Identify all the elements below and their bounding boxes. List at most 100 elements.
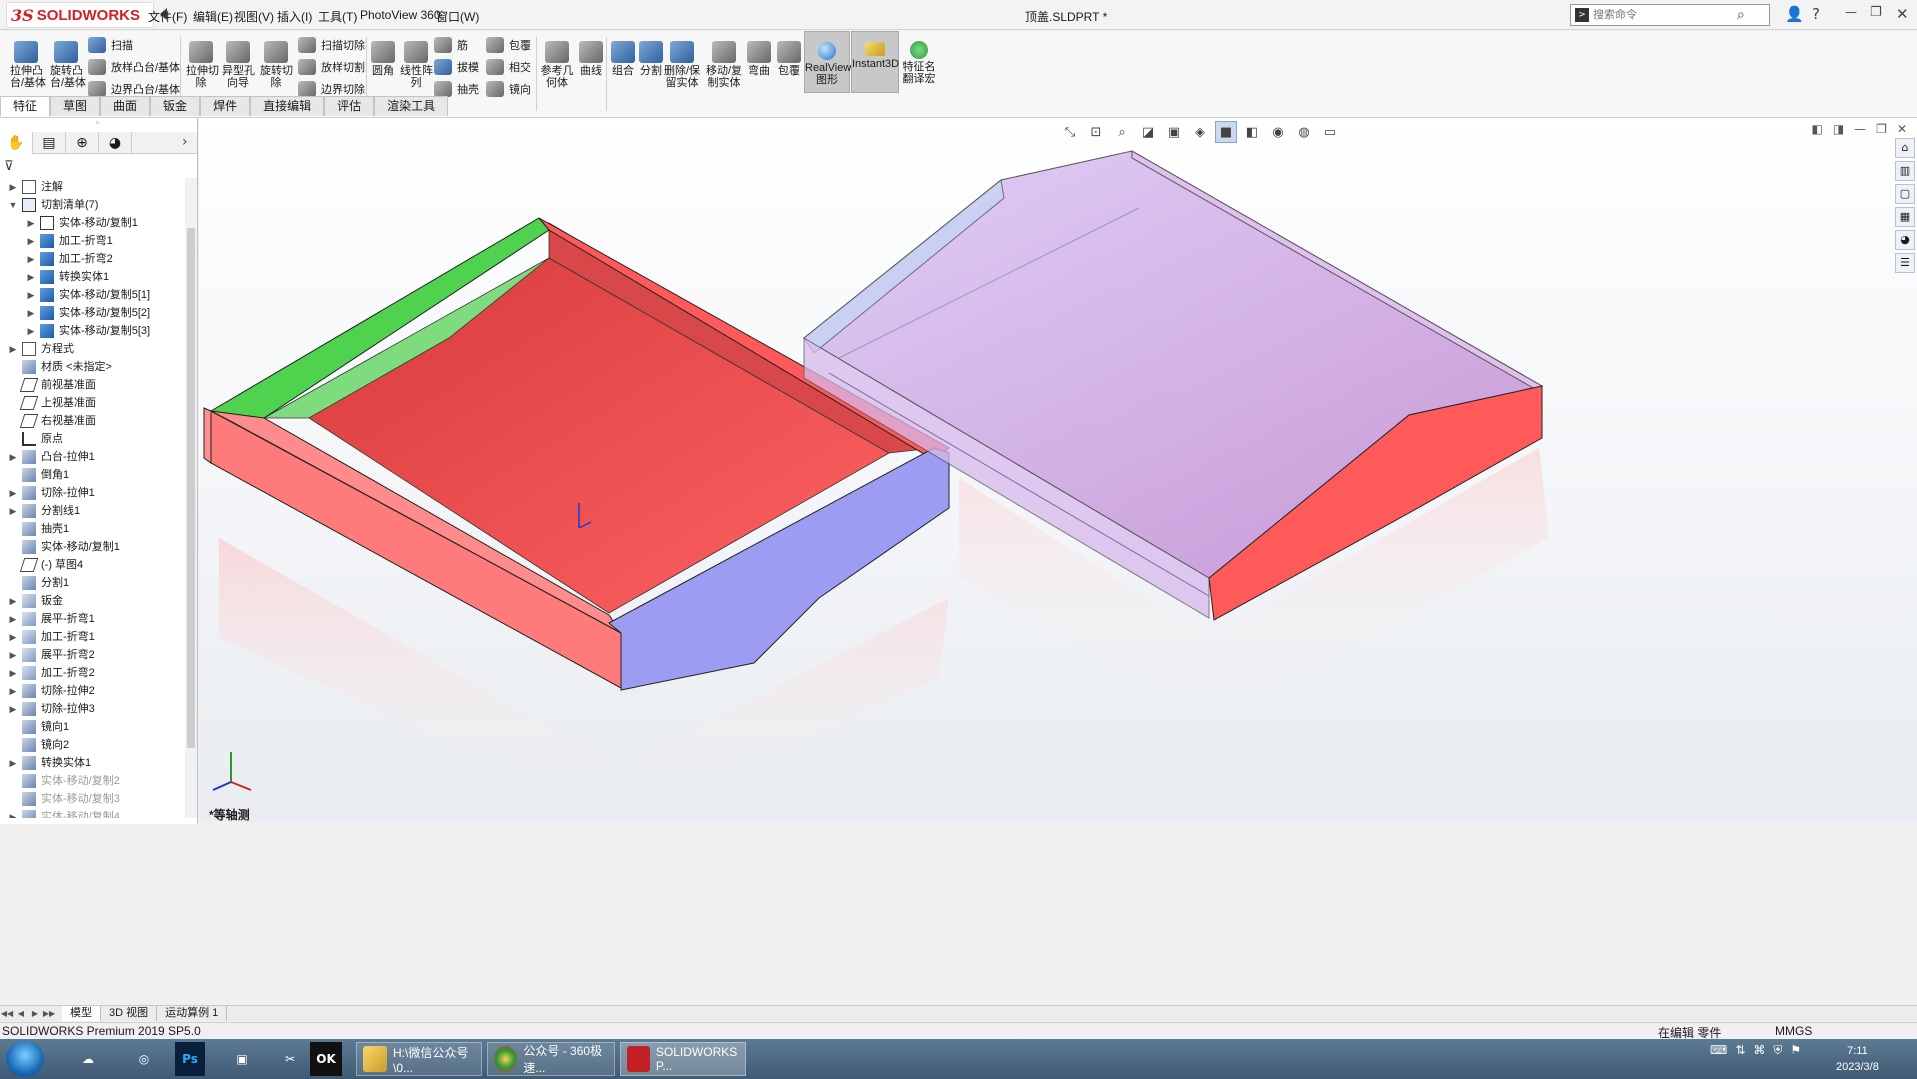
tree-expand-icon[interactable]: ▶ xyxy=(8,682,18,700)
tree-expand-icon[interactable]: ▶ xyxy=(26,322,36,340)
tree-expand-icon[interactable]: ▶ xyxy=(8,628,18,646)
taskbar-window-explorer[interactable]: H:\微信公众号\0... xyxy=(356,1042,482,1076)
taskbar-app-photoshop-icon[interactable]: Ps xyxy=(175,1042,205,1076)
tab-weldments[interactable]: 焊件 xyxy=(200,96,251,116)
menu-edit[interactable]: 编辑(E) xyxy=(193,8,233,25)
tree-item[interactable]: 抽壳1 xyxy=(0,520,184,538)
draft-button[interactable]: 拔模 xyxy=(434,59,479,75)
tree-expand-icon[interactable]: ▶ xyxy=(8,448,18,466)
panel-grip-icon[interactable]: ◦ xyxy=(95,119,100,129)
tree-item[interactable]: ▶ 切除-拉伸1 xyxy=(0,484,184,502)
wrap-big-button[interactable]: 包覆 xyxy=(776,41,802,77)
command-search[interactable]: > ⌕ xyxy=(1570,4,1770,26)
ref-geometry-button[interactable]: 参考几 何体 xyxy=(540,41,574,89)
tree-item[interactable]: ▶ 展平-折弯1 xyxy=(0,610,184,628)
tree-item[interactable]: ▶ 实体-移动/复制1 xyxy=(0,214,184,232)
tree-item[interactable]: ▶ 加工-折弯1 xyxy=(0,232,184,250)
feature-tree-tab-icon[interactable]: ✋ xyxy=(0,132,33,154)
tree-expand-icon[interactable]: ▶ xyxy=(8,502,18,520)
property-manager-tab-icon[interactable]: ▤ xyxy=(33,132,66,154)
model-view[interactable] xyxy=(199,118,1917,822)
tab-model[interactable]: 模型 xyxy=(62,1006,101,1021)
tree-item[interactable]: (-) 草图4 xyxy=(0,556,184,574)
tree-expand-icon[interactable]: ▶ xyxy=(8,610,18,628)
restore-icon[interactable]: ❐ xyxy=(1870,5,1882,20)
taskbar-window-solidworks[interactable]: SOLIDWORKS P... xyxy=(620,1042,746,1076)
revolve-cut-button[interactable]: 旋转切 除 xyxy=(260,41,293,89)
language-icon[interactable]: ⌘ xyxy=(1753,1043,1765,1058)
linear-pattern-button[interactable]: 线性阵 列 xyxy=(400,41,433,89)
tab-features[interactable]: 特征 xyxy=(0,96,51,116)
intersect-button[interactable]: 相交 xyxy=(486,59,531,75)
tree-item[interactable]: ▶ 加工-折弯2 xyxy=(0,664,184,682)
tree-expand-icon[interactable]: ▶ xyxy=(26,268,36,286)
combine-button[interactable]: 组合 xyxy=(610,41,636,77)
tree-expand-icon[interactable]: ▶ xyxy=(8,754,18,772)
delete-keep-body-button[interactable]: 删除/保 留实体 xyxy=(664,41,700,89)
tree-item[interactable]: ▶ 加工-折弯2 xyxy=(0,250,184,268)
taskbar-app-cloud-icon[interactable]: ☁ xyxy=(68,1042,108,1076)
security-icon[interactable]: ⛨ xyxy=(1773,1043,1782,1058)
tree-expand-icon[interactable]: ▶ xyxy=(26,304,36,322)
tree-item[interactable]: ▶ 实体-移动/复制4 xyxy=(0,808,184,818)
tree-expand-icon[interactable]: ▶ xyxy=(8,178,18,196)
unit-system-selector[interactable]: MMGS xyxy=(1775,1024,1812,1038)
loft-cut-button[interactable]: 放样切割 xyxy=(298,59,365,75)
tree-expand-icon[interactable]: ▼ xyxy=(8,196,18,214)
boundary-boss-button[interactable]: 边界凸台/基体 xyxy=(88,81,180,97)
tree-expand-icon[interactable]: ▶ xyxy=(26,214,36,232)
menu-photoview[interactable]: PhotoView 360 xyxy=(360,8,441,22)
network-icon[interactable]: ⇅ xyxy=(1735,1043,1745,1058)
tree-item[interactable]: 倒角1 xyxy=(0,466,184,484)
tree-item[interactable]: 实体-移动/复制1 xyxy=(0,538,184,556)
tree-item[interactable]: ▶ 注解 xyxy=(0,178,184,196)
chevron-right-icon[interactable]: › xyxy=(182,134,188,150)
tree-expand-icon[interactable]: ▶ xyxy=(8,700,18,718)
tree-item[interactable]: ▶ 凸台-拉伸1 xyxy=(0,448,184,466)
taskbar-app-ok-icon[interactable]: OK xyxy=(310,1042,342,1076)
taskbar-app-tool-icon[interactable]: ✂ xyxy=(270,1042,310,1076)
tree-item[interactable]: ▶ 转换实体1 xyxy=(0,268,184,286)
tab-motion-study[interactable]: 运动算例 1 xyxy=(157,1006,228,1021)
close-icon[interactable]: ✕ xyxy=(1896,5,1909,23)
tree-item[interactable]: ▶ 切除-拉伸3 xyxy=(0,700,184,718)
mirror-button[interactable]: 镜向 xyxy=(486,81,531,97)
taskbar-app-viewer-icon[interactable]: ▣ xyxy=(222,1042,262,1076)
tree-expand-icon[interactable]: ▶ xyxy=(8,592,18,610)
flex-button[interactable]: 弯曲 xyxy=(746,41,772,77)
tree-expand-icon[interactable]: ▶ xyxy=(8,664,18,682)
tree-item[interactable]: ▶ 加工-折弯1 xyxy=(0,628,184,646)
feature-translate-button[interactable]: 特征名 翻译宏 xyxy=(902,41,936,85)
graphics-area[interactable]: ⤡ ⊡ ⌕ ◪ ▣ ◈ ■ ◧ ◉ ◍ ▭ ◧ ◨ — ❐ ✕ ⌂ ▥ ▢ ▦ … xyxy=(199,118,1917,822)
tree-item[interactable]: ▶ 分割线1 xyxy=(0,502,184,520)
filter-icon[interactable]: ⊽ xyxy=(4,159,14,174)
menu-view[interactable]: 视图(V) xyxy=(234,8,274,25)
tree-item[interactable]: ▶ 转换实体1 xyxy=(0,754,184,772)
tree-item[interactable]: 实体-移动/复制3 xyxy=(0,790,184,808)
tree-item[interactable]: 右视基准面 xyxy=(0,412,184,430)
tree-item[interactable]: ▶ 切除-拉伸2 xyxy=(0,682,184,700)
tab-surfaces[interactable]: 曲面 xyxy=(100,96,151,116)
split-button[interactable]: 分割 xyxy=(638,41,664,77)
tree-item[interactable]: 镜向2 xyxy=(0,736,184,754)
search-input[interactable] xyxy=(1593,9,1733,21)
tree-item[interactable]: ▶ 实体-移动/复制5[3] xyxy=(0,322,184,340)
menu-window[interactable]: 窗口(W) xyxy=(436,8,479,25)
boundary-cut-button[interactable]: 边界切除 xyxy=(298,81,365,97)
tab-evaluate[interactable]: 评估 xyxy=(324,96,375,116)
help-icon[interactable]: ? xyxy=(1812,5,1820,23)
fillet-button[interactable]: 圆角 xyxy=(370,41,396,77)
first-tab-icon[interactable]: ◀◀ xyxy=(0,1007,14,1021)
left-end-wall[interactable] xyxy=(203,407,212,464)
tree-item[interactable]: 实体-移动/复制2 xyxy=(0,772,184,790)
sweep-button[interactable]: 扫描 xyxy=(88,37,133,53)
tree-expand-icon[interactable]: ▶ xyxy=(26,250,36,268)
tree-item[interactable]: ▼ 切割清单(7) xyxy=(0,196,184,214)
next-tab-icon[interactable]: ▶ xyxy=(28,1007,42,1021)
display-manager-tab-icon[interactable]: ◕ xyxy=(99,132,132,154)
move-copy-body-button[interactable]: 移动/复 制实体 xyxy=(706,41,742,89)
taskbar-app-ie-icon[interactable]: ◎ xyxy=(124,1042,164,1076)
tree-expand-icon[interactable]: ▶ xyxy=(8,808,18,818)
keyboard-icon[interactable]: ⌨ xyxy=(1710,1043,1727,1058)
tree-scrollbar[interactable] xyxy=(185,178,197,818)
